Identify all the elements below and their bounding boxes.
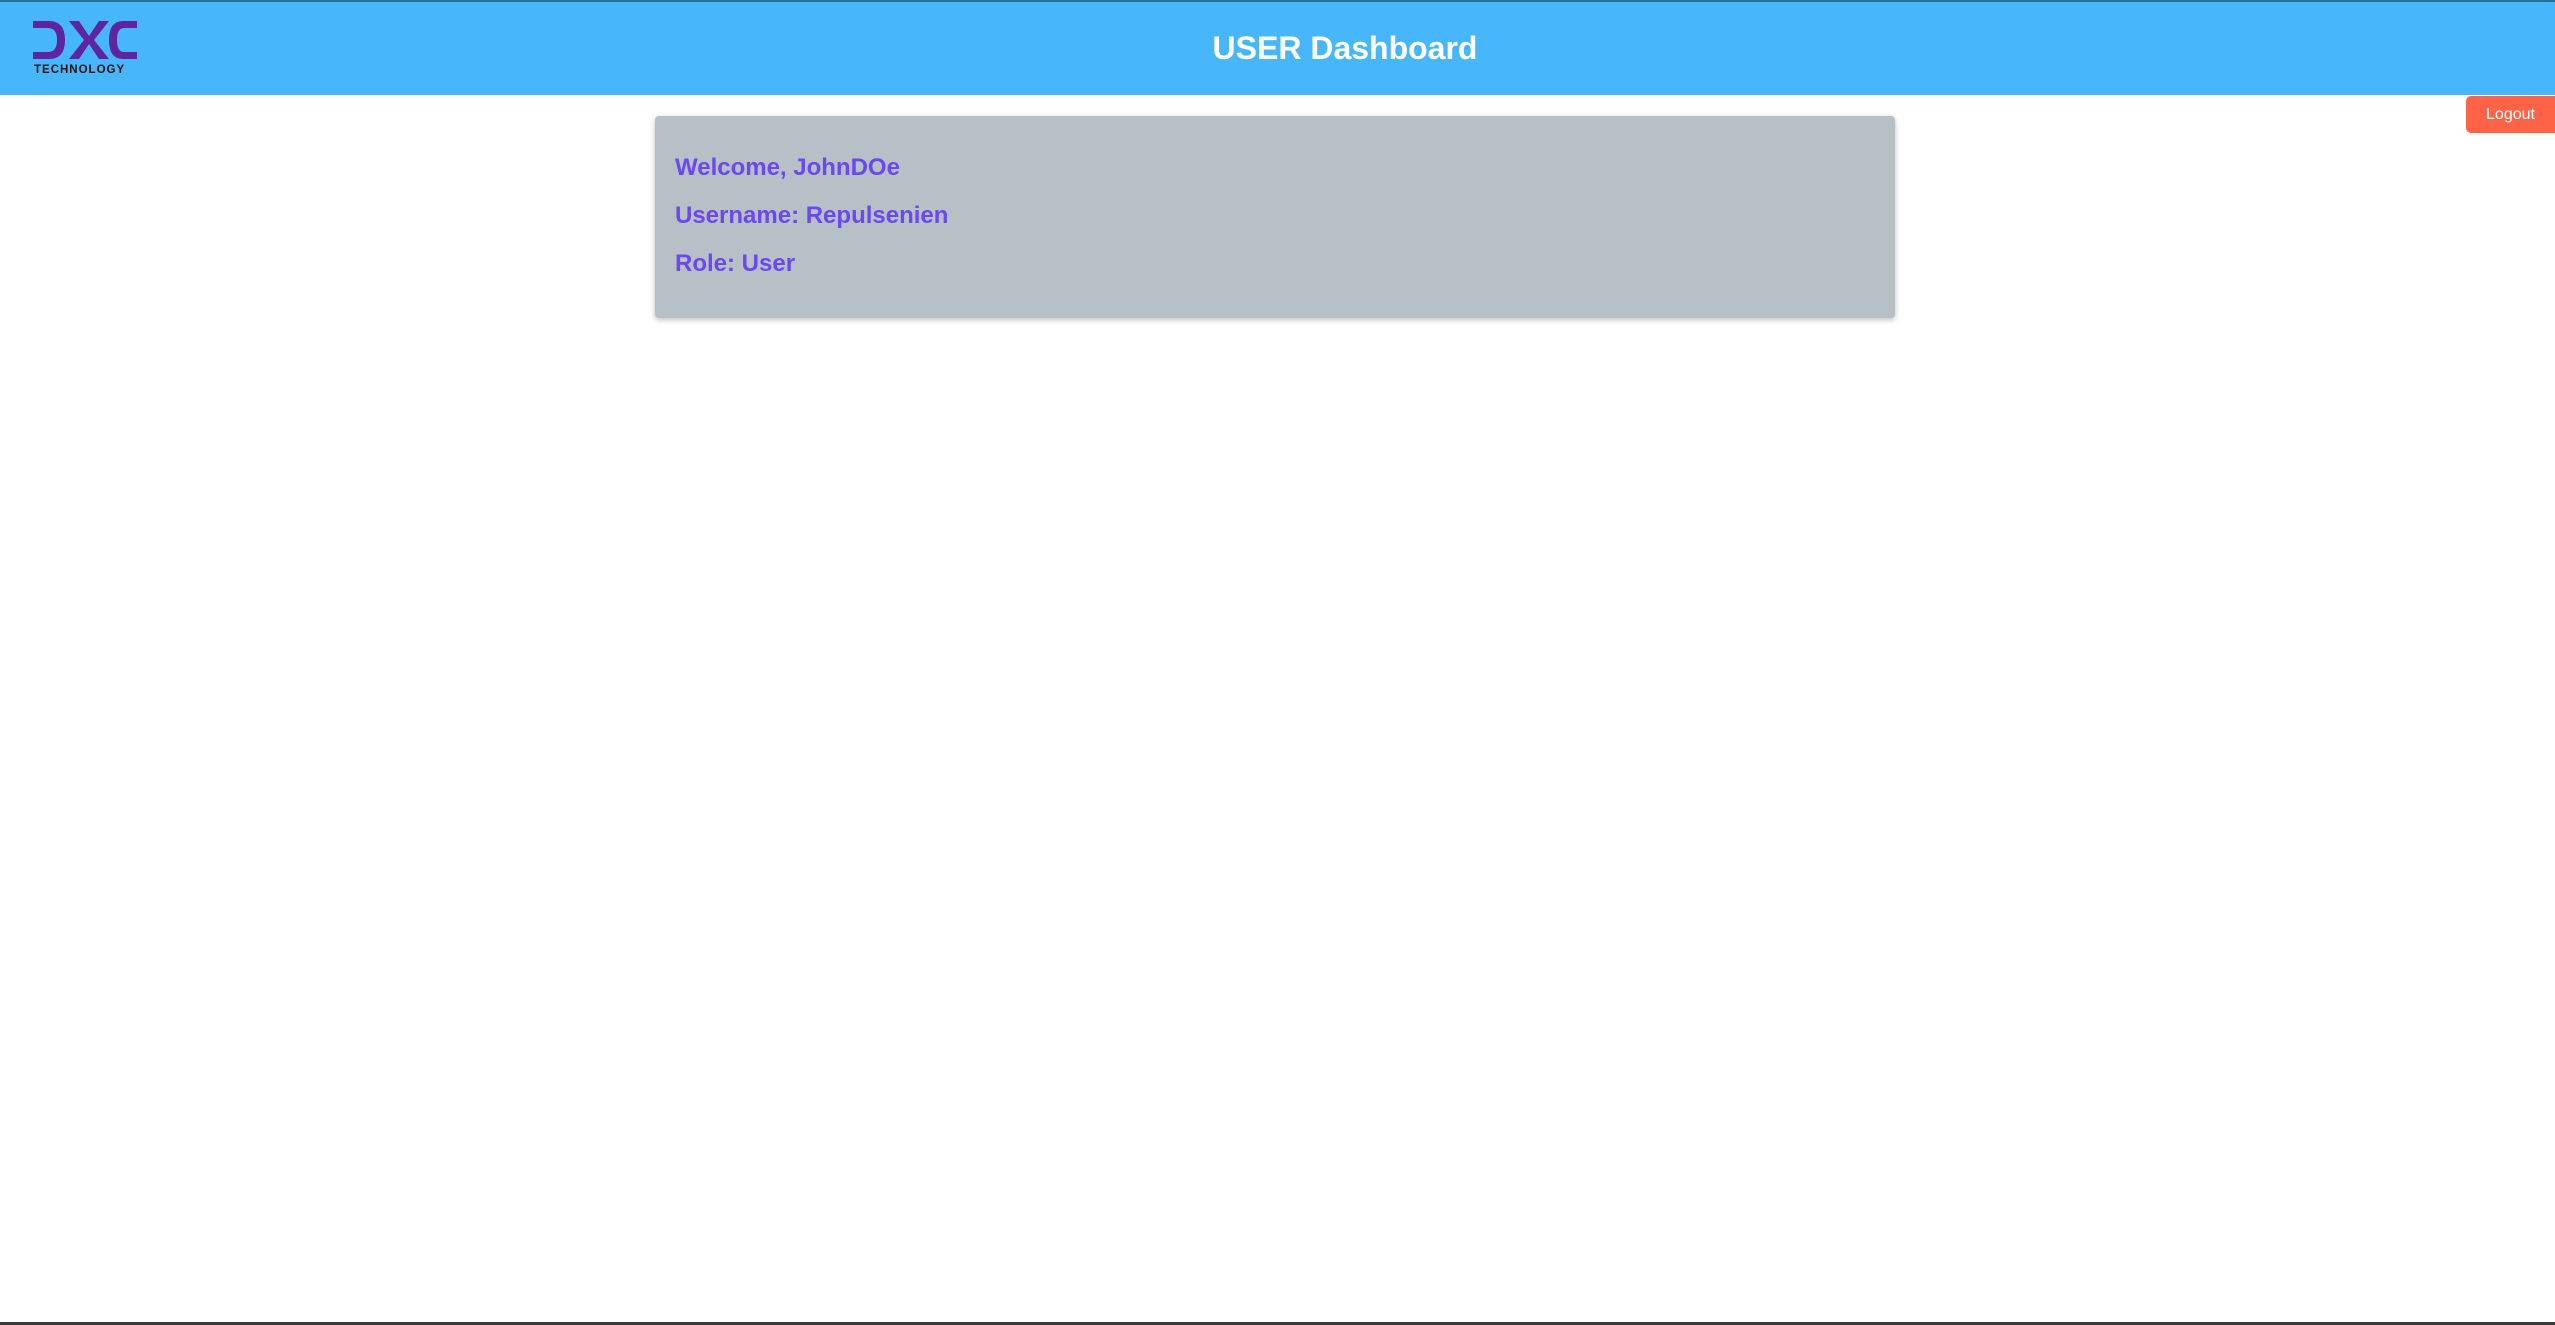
- dashboard-page: TECHNOLOGY USER Dashboard Logout Welcome…: [0, 0, 2555, 1325]
- role-text: Role: User: [675, 250, 796, 277]
- logout-button[interactable]: Logout: [2466, 96, 2555, 133]
- welcome-text: Welcome, JohnDOe: [675, 154, 900, 181]
- dxc-technology-logo[interactable]: TECHNOLOGY: [33, 20, 137, 82]
- dxc-logo-icon: [33, 20, 137, 60]
- logo-wordmark: TECHNOLOGY: [34, 64, 126, 76]
- user-info-card: Welcome, JohnDOe Username: Repulsenien R…: [655, 116, 1895, 318]
- username-text: Username: Repulsenien: [675, 202, 949, 229]
- app-header: TECHNOLOGY USER Dashboard: [0, 2, 2555, 95]
- page-title: USER Dashboard: [1212, 30, 1478, 66]
